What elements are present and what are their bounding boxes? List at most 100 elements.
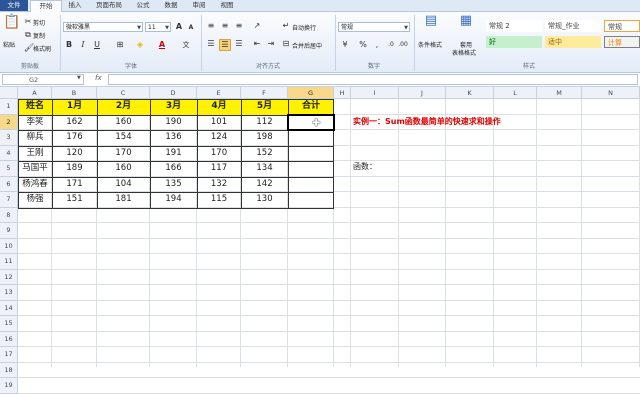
tab-data[interactable]: 数据 [158,0,184,11]
table-cell[interactable]: 160 [97,115,150,131]
table-cell[interactable]: 154 [97,130,150,146]
table-cell[interactable] [288,177,334,193]
format-painter-button[interactable]: 格式刷 [33,44,51,53]
table-format-icon[interactable]: ▦ [455,14,477,36]
table-cell[interactable]: 120 [52,146,97,162]
row-header-5[interactable]: 5 [0,161,18,177]
style-good[interactable]: 好 [486,36,542,48]
table-header-cell[interactable]: 5月 [241,99,288,115]
table-cell[interactable]: 马国平 [18,161,52,177]
table-cell[interactable]: 190 [150,115,197,131]
row-header-3[interactable]: 3 [0,130,18,146]
tab-home[interactable]: 开始 [30,0,62,12]
table-cell[interactable]: 101 [197,115,241,131]
row-header-4[interactable]: 4 [0,145,18,161]
table-header-cell[interactable]: 合计 [288,99,334,115]
row-header-17[interactable]: 17 [0,347,18,363]
table-cell[interactable]: 170 [97,146,150,162]
table-header-cell[interactable]: 1月 [52,99,97,115]
style-normal[interactable]: 常规 [604,20,640,32]
table-cell[interactable]: 160 [97,161,150,177]
font-name-select[interactable]: 微软雅黑 ▼ [63,22,143,32]
column-header-c[interactable]: C [97,87,150,99]
table-cell[interactable]: 198 [241,130,288,146]
table-cell[interactable]: 134 [241,161,288,177]
orientation-icon[interactable]: ↗ [251,21,263,31]
row-header-16[interactable]: 16 [0,331,18,347]
row-header-13[interactable]: 13 [0,285,18,301]
grow-font-icon[interactable]: A [174,22,184,32]
table-cell[interactable]: 135 [150,177,197,193]
column-header-f[interactable]: F [241,87,288,99]
table-cell[interactable]: 194 [150,192,197,208]
number-format-select[interactable]: 常规 ▼ [338,22,410,32]
increase-indent-icon[interactable]: ⇥ [265,39,277,49]
table-cell[interactable]: 柳兵 [18,130,52,146]
row-header-1[interactable]: 1 [0,99,18,115]
column-header-e[interactable]: E [197,87,241,99]
cut-icon[interactable]: ✂ [24,17,32,27]
table-cell[interactable]: 170 [197,146,241,162]
style-normal-2[interactable]: 常规 2 [486,20,542,32]
table-cell[interactable]: 132 [197,177,241,193]
table-cell[interactable]: 181 [97,192,150,208]
column-header-h[interactable]: H [334,87,351,99]
tab-formulas[interactable]: 公式 [130,0,156,11]
align-right-icon[interactable]: ☰ [233,39,245,49]
style-neutral[interactable]: 适中 [545,36,601,48]
column-header-l[interactable]: L [494,87,537,99]
column-header-a[interactable]: A [18,87,52,99]
table-cell[interactable]: 104 [97,177,150,193]
copy-icon[interactable]: ⧉ [24,30,32,40]
row-header-18[interactable]: 18 [0,362,18,378]
table-cell[interactable]: 115 [197,192,241,208]
column-header-i[interactable]: I [351,87,399,99]
table-cell[interactable]: 130 [241,192,288,208]
row-header-15[interactable]: 15 [0,316,18,332]
table-cell[interactable]: 142 [241,177,288,193]
table-header-cell[interactable]: 4月 [197,99,241,115]
row-header-2[interactable]: 2 [0,114,18,130]
table-cell[interactable]: 112 [241,115,288,131]
table-header-cell[interactable]: 姓名 [18,99,52,115]
conditional-format-icon[interactable]: ▤ [420,14,442,36]
font-color-icon[interactable]: A [156,40,168,50]
conditional-format-button[interactable]: 条件格式 [418,40,442,49]
shrink-font-icon[interactable]: A [186,23,196,33]
table-cell[interactable]: 124 [197,130,241,146]
row-header-12[interactable]: 12 [0,269,18,285]
style-calculation[interactable]: 计算 [604,36,640,48]
row-header-8[interactable]: 8 [0,207,18,223]
italic-button[interactable]: I [78,40,88,50]
border-icon[interactable]: ⊞ [114,40,126,50]
comma-button[interactable]: , [372,40,382,50]
name-box[interactable]: G2 [2,74,84,85]
column-header-k[interactable]: K [446,87,494,99]
format-painter-icon[interactable]: 🖌 [24,43,34,53]
chevron-down-icon[interactable]: ▼ [77,75,81,81]
wrap-text-button[interactable]: 自动换行 [292,23,316,32]
row-header-11[interactable]: 11 [0,254,18,270]
column-header-n[interactable]: N [582,87,640,99]
table-header-cell[interactable]: 2月 [97,99,150,115]
table-cell[interactable] [288,192,334,208]
table-cell[interactable] [288,161,334,177]
table-cell[interactable]: 171 [52,177,97,193]
insert-function-button[interactable]: fx [95,74,102,82]
font-size-select[interactable]: 11 ▼ [145,22,171,32]
tab-review[interactable]: 审阅 [186,0,212,11]
select-all-corner[interactable] [0,87,18,99]
table-cell[interactable]: 王刚 [18,146,52,162]
table-cell[interactable]: 杨强 [18,192,52,208]
align-top-icon[interactable]: ≡ [205,21,217,31]
paste-button[interactable]: 粘贴 [3,40,15,49]
row-header-14[interactable]: 14 [0,300,18,316]
table-cell[interactable]: 189 [52,161,97,177]
tab-insert[interactable]: 插入 [62,0,88,11]
table-cell[interactable]: 151 [52,192,97,208]
align-center-icon[interactable]: ☰ [219,39,231,51]
decrease-indent-icon[interactable]: ⇤ [251,39,263,49]
formula-input[interactable] [108,74,638,85]
table-cell[interactable]: 李笑 [18,115,52,131]
copy-button[interactable]: 复制 [33,31,45,40]
